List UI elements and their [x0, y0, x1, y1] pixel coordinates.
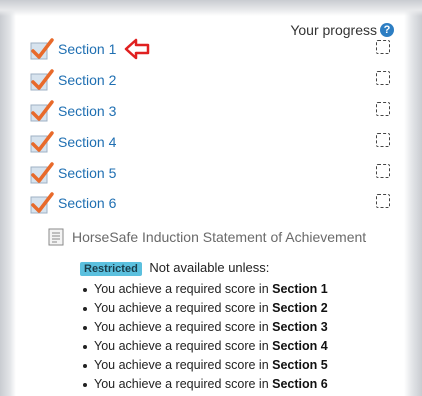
- progress-checkbox-4[interactable]: [376, 133, 390, 147]
- restricted-badge: Restricted: [80, 262, 142, 276]
- progress-checkbox-2[interactable]: [376, 71, 390, 85]
- progress-checkbox-1[interactable]: [376, 40, 390, 54]
- activity-title: HorseSafe Induction Statement of Achieve…: [72, 229, 367, 245]
- section-link-2[interactable]: Section 2: [58, 72, 116, 88]
- progress-checkbox-5[interactable]: [376, 164, 390, 178]
- section-row-6: Section 6: [30, 188, 390, 218]
- list-item: You achieve a required score in Section …: [80, 375, 328, 394]
- section-row-1: Section 1: [30, 34, 390, 64]
- section-row-5: Section 5: [30, 158, 390, 188]
- activity-item: HorseSafe Induction Statement of Achieve…: [48, 228, 366, 246]
- section-link-6[interactable]: Section 6: [58, 195, 116, 211]
- checkbox-check-icon: [30, 131, 54, 153]
- checkbox-check-icon: [30, 162, 54, 184]
- section-row-3: Section 3: [30, 96, 390, 126]
- list-item: You achieve a required score in Section …: [80, 299, 328, 318]
- document-icon: [48, 228, 64, 246]
- restriction-intro: Not available unless:: [149, 260, 270, 275]
- section-row-4: Section 4: [30, 127, 390, 157]
- section-link-1[interactable]: Section 1: [58, 41, 116, 57]
- list-item: You achieve a required score in Section …: [80, 318, 328, 337]
- checkbox-check-icon: [30, 69, 54, 91]
- list-item: You achieve a required score in Section …: [80, 280, 328, 299]
- progress-checkbox-3[interactable]: [376, 102, 390, 116]
- section-link-3[interactable]: Section 3: [58, 103, 116, 119]
- section-link-5[interactable]: Section 5: [58, 165, 116, 181]
- restriction-info: Restricted Not available unless: You ach…: [80, 260, 328, 394]
- checkbox-check-icon: [30, 38, 54, 60]
- checkbox-check-icon: [30, 100, 54, 122]
- restriction-conditions: You achieve a required score in Section …: [80, 280, 328, 394]
- section-link-4[interactable]: Section 4: [58, 134, 116, 150]
- list-item: You achieve a required score in Section …: [80, 356, 328, 375]
- section-row-2: Section 2: [30, 65, 390, 95]
- list-item: You achieve a required score in Section …: [80, 337, 328, 356]
- course-panel: Your progress ? Section 1 Section 2 Sect…: [16, 16, 404, 396]
- checkbox-check-icon: [30, 192, 54, 214]
- progress-checkbox-6[interactable]: [376, 194, 390, 208]
- pointer-arrow-icon: [125, 38, 150, 60]
